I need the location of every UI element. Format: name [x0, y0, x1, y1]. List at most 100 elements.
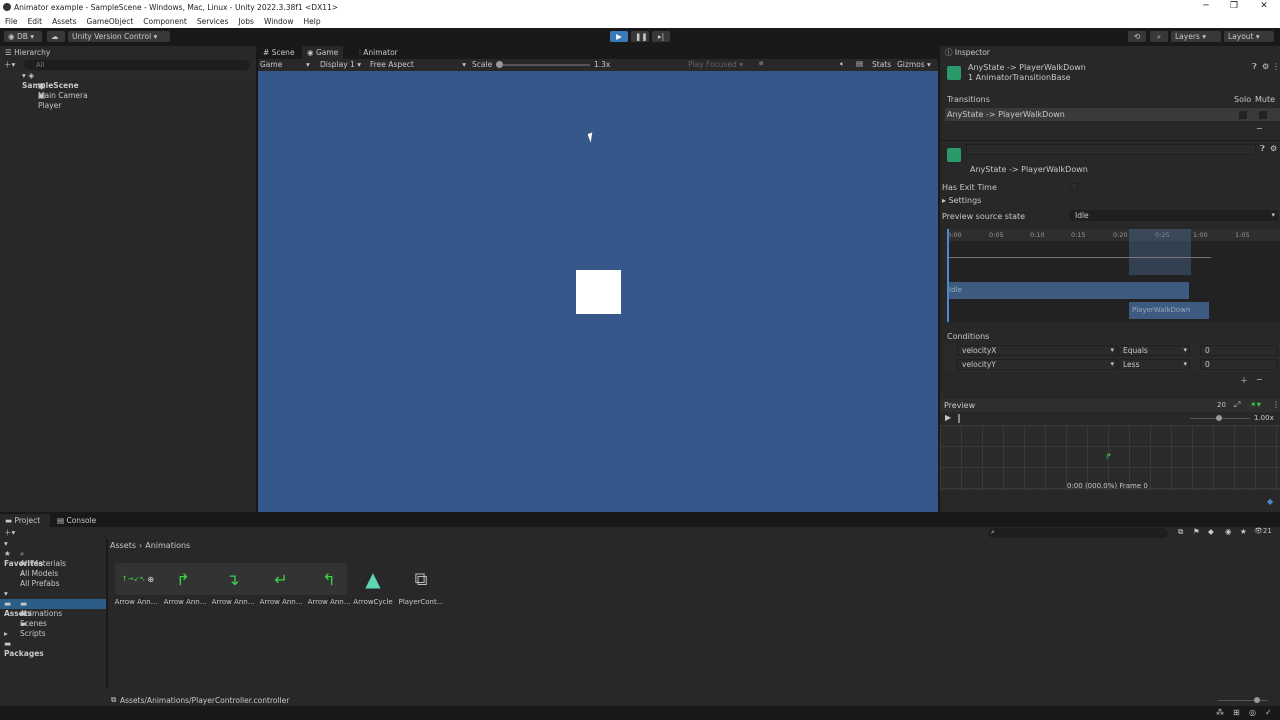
pivot-icon[interactable]: ⤢	[1234, 400, 1240, 410]
menu-help[interactable]: Help	[304, 17, 321, 26]
help-icon[interactable]: ❓︎	[1252, 62, 1257, 72]
assets-header[interactable]: ▾ ▬ Assets	[0, 589, 106, 618]
tab-hierarchy[interactable]: ☰ Hierarchy	[0, 46, 256, 59]
transition-name-input[interactable]	[966, 144, 1256, 155]
check-icon[interactable]: ✓	[1265, 708, 1272, 717]
settings-foldout[interactable]: ▸ Settings	[942, 196, 981, 205]
state-bar-idle[interactable]: Idle	[947, 282, 1189, 299]
favorite-icon[interactable]: ★	[1240, 527, 1247, 536]
version-control-dropdown[interactable]: Unity Version Control ▾	[68, 31, 170, 42]
hierarchy-item-main-camera[interactable]: ▣ Main Camera	[0, 81, 256, 100]
menu-assets[interactable]: Assets	[52, 17, 76, 26]
favorites-header[interactable]: ▾ ★ Favorites	[0, 539, 106, 568]
cloud-icon[interactable]: ☁	[47, 31, 65, 42]
tab-game[interactable]: ◉ Game	[302, 46, 344, 59]
audio-icon[interactable]: 🔈︎	[840, 59, 845, 69]
packages-header[interactable]: ▸ ▬ Packages	[0, 629, 106, 658]
minimize-button[interactable]: ─	[1196, 1, 1216, 13]
asset-label-icon[interactable]: ◆	[1267, 497, 1273, 506]
add-object-button[interactable]: ＋▾	[4, 59, 15, 70]
tab-project[interactable]: ▬ Project	[0, 514, 50, 527]
scale-slider[interactable]	[496, 61, 590, 68]
layout-grid-icon[interactable]: ▤	[856, 59, 863, 68]
asset-thumb[interactable]: ↰	[306, 563, 352, 595]
more-icon[interactable]: ⋮	[1272, 400, 1280, 409]
folder-animations[interactable]: ▬ Animations	[0, 599, 106, 618]
preview-viewport[interactable]: ↱ 0:00 (000.0%) Frame 0	[940, 425, 1280, 491]
tab-scene[interactable]: # Scene	[258, 46, 300, 59]
search-icon[interactable]: ⌕	[1150, 31, 1168, 42]
layout-dropdown[interactable]: Layout ▾	[1224, 31, 1274, 42]
debug-icon[interactable]: ◎	[1249, 708, 1256, 717]
fav-all-materials[interactable]: ⌕ All Materials	[0, 549, 106, 568]
transition-row[interactable]: AnyState -> PlayerWalkDown	[945, 108, 1280, 121]
menu-window[interactable]: Window	[264, 17, 294, 26]
folder-scripts[interactable]: ▬ Scripts	[0, 619, 106, 638]
timeline-playhead[interactable]	[947, 229, 949, 322]
game-view[interactable]	[258, 71, 938, 512]
solo-checkbox[interactable]	[1239, 111, 1247, 119]
icon-size-slider[interactable]	[1218, 697, 1268, 703]
network-icon[interactable]: ⊞	[1233, 708, 1240, 717]
asset-label[interactable]: PlayerCont...	[396, 598, 446, 606]
pause-button[interactable]: ❚❚	[631, 31, 649, 42]
condition-value-input[interactable]: 0	[1200, 345, 1278, 356]
preview-play-button[interactable]: ▶	[945, 413, 951, 422]
preview-scrubber[interactable]	[958, 414, 960, 423]
asset-label[interactable]: Arrow Ann...	[256, 598, 306, 606]
asset-label[interactable]: Arrow Ann...	[160, 598, 210, 606]
layers-dropdown[interactable]: Layers ▾	[1171, 31, 1221, 42]
frame-debugger-icon[interactable]: ✹	[758, 59, 764, 68]
help-icon[interactable]: ❓︎	[1260, 144, 1265, 154]
asset-thumb[interactable]: ↱	[160, 563, 206, 595]
has-exit-time-checkbox[interactable]	[1070, 183, 1078, 191]
hierarchy-search-input[interactable]: All	[24, 60, 250, 70]
asset-label[interactable]: Arrow Ann...	[111, 598, 161, 606]
display-dropdown[interactable]: Display 1 ▾	[320, 60, 361, 69]
menu-edit[interactable]: Edit	[28, 17, 43, 26]
tab-console[interactable]: ▤ Console	[52, 514, 101, 527]
aspect-dropdown[interactable]: Free Aspect ▾	[370, 60, 466, 69]
account-dropdown[interactable]: ◉ DB ▾	[4, 31, 42, 42]
avatar-icon[interactable]: ✶▾	[1250, 400, 1261, 409]
remove-transition-button[interactable]: −	[1256, 124, 1263, 133]
close-button[interactable]: ✕	[1254, 1, 1274, 13]
hierarchy-item-player[interactable]: ▣ Player	[0, 91, 256, 110]
menu-component[interactable]: Component	[143, 17, 187, 26]
menu-file[interactable]: File	[5, 17, 18, 26]
asset-thumb[interactable]: ⧉	[398, 563, 444, 595]
asset-label[interactable]: Arrow Ann...	[208, 598, 258, 606]
condition-param-dropdown[interactable]: velocityY	[957, 359, 1117, 370]
transition-overlap-region[interactable]	[1129, 229, 1191, 275]
remove-condition-button[interactable]: −	[1256, 375, 1263, 384]
create-asset-button[interactable]: ＋▾	[4, 527, 15, 538]
add-condition-button[interactable]: ＋	[1240, 375, 1248, 386]
asset-thumb[interactable]: ↵	[258, 563, 304, 595]
transition-timeline[interactable]: 0:00 0:05 0:10 0:15 0:20 0:25 1:00 1:05 …	[947, 229, 1280, 322]
scale-slider-handle[interactable]	[496, 61, 503, 68]
visibility-icon[interactable]: ◉	[1225, 527, 1232, 536]
project-search-input[interactable]: ⌕	[988, 528, 1168, 538]
tag-icon[interactable]: ◆	[1208, 527, 1214, 536]
condition-value-input[interactable]: 0	[1200, 359, 1278, 370]
state-bar-walk-down[interactable]: PlayerWalkDown	[1129, 302, 1209, 319]
preview-fps[interactable]: 20	[1217, 401, 1226, 409]
scene-row[interactable]: ▾ ◈ SampleScene	[0, 71, 256, 90]
label-filter-icon[interactable]: ⚑	[1193, 527, 1200, 536]
asset-thumb[interactable]: ↑→↙↖ ⊕	[115, 563, 161, 595]
asset-label[interactable]: ArrowCycle	[348, 598, 398, 606]
menu-gameobject[interactable]: GameObject	[87, 17, 134, 26]
breadcrumb-assets[interactable]: Assets	[110, 541, 136, 550]
hidden-count-badge[interactable]: 👁︎21	[1254, 527, 1272, 535]
tab-inspector[interactable]: ⓘ Inspector	[940, 46, 1280, 59]
preview-speed-slider[interactable]	[1190, 415, 1250, 421]
stats-button[interactable]: Stats	[872, 60, 891, 69]
tab-animator[interactable]: ⫶ Animator	[354, 46, 403, 59]
game-mode-dropdown[interactable]: Game	[260, 60, 282, 69]
mute-checkbox[interactable]	[1259, 111, 1267, 119]
play-button[interactable]: ▶	[610, 31, 628, 42]
settings-icon[interactable]: ⚙	[1262, 62, 1269, 71]
preview-source-dropdown[interactable]: Idle	[1070, 210, 1278, 221]
menu-services[interactable]: Services	[197, 17, 229, 26]
progress-icon[interactable]: ⁂	[1216, 708, 1224, 717]
